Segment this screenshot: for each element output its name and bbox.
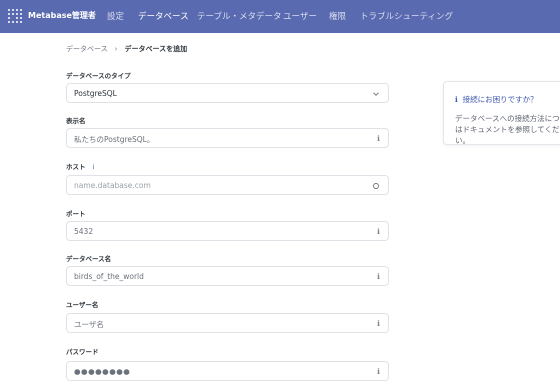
password-value: ●●●●●●●● [74,367,131,376]
port-input[interactable]: 5432 ℹ [66,221,389,241]
admin-brand-label: Metabase管理者 [28,11,96,20]
circle-icon [373,183,379,189]
display-name-input[interactable]: 私たちのPostgreSQL。 ℹ [66,128,389,148]
breadcrumb-current: データベースを追加 [124,45,188,53]
password-label: パスワード [66,348,99,356]
password-input[interactable]: ●●●●●●●● ℹ [66,361,389,381]
host-info-icon[interactable]: i [93,163,95,171]
help-title-text: 接続にお困りですか？ [462,95,538,104]
info-icon[interactable]: ℹ [377,272,380,281]
port-label: ポート [66,210,86,218]
db-type-label: データベースのタイプ [66,72,131,80]
username-label: ユーザー名 [66,301,99,309]
display-name-label: 表示名 [66,117,86,125]
db-type-value: PostgreSQL [74,89,117,98]
nav-item-table-metadata[interactable]: テーブル・メタデータ [197,10,282,22]
nav-item-permissions[interactable]: 権限 [329,10,346,22]
chevron-down-icon [373,92,379,96]
info-icon[interactable]: ℹ [377,134,380,143]
username-input[interactable]: ユーザ名 ℹ [66,313,389,333]
info-icon[interactable]: ℹ [377,227,380,236]
top-nav-bar: Metabase管理者 設定 データベース テーブル・メタデータ ユーザー 権限… [0,0,560,33]
db-name-input[interactable]: birds_of_the_world ℹ [66,266,389,286]
info-icon[interactable]: ℹ [377,367,380,376]
breadcrumb: データベース › データベースを追加 [66,44,187,54]
host-label: ホスト i [66,161,95,171]
nav-item-troubleshooting[interactable]: トラブルシューティング [360,10,453,22]
display-name-value: 私たちのPostgreSQL。 [74,135,155,144]
nav-item-settings[interactable]: 設定 [107,10,124,22]
username-value: ユーザ名 [74,320,104,329]
nav-item-databases[interactable]: データベース [138,10,189,22]
logo-icon[interactable] [8,9,22,23]
host-input[interactable]: name.database.com [66,175,389,195]
help-title[interactable]: ℹ 接続にお困りですか？ [455,94,538,105]
help-text: データベースへの接続方法についてはドキュメントを参照してください。 [455,114,560,145]
help-card: ℹ 接続にお困りですか？ データベースへの接続方法についてはドキュメントを参照し… [443,81,560,145]
nav-item-users[interactable]: ユーザー [283,10,317,22]
db-name-value: birds_of_the_world [74,272,144,281]
port-value: 5432 [74,227,94,236]
host-label-text: ホスト [66,163,86,171]
db-name-label: データベース名 [66,255,112,263]
breadcrumb-separator-icon: › [114,45,118,53]
host-placeholder: name.database.com [74,181,151,190]
info-icon: ℹ [455,95,458,104]
info-icon[interactable]: ℹ [377,319,380,328]
db-type-select[interactable]: PostgreSQL [66,83,389,103]
breadcrumb-databases-link[interactable]: データベース [66,45,108,53]
